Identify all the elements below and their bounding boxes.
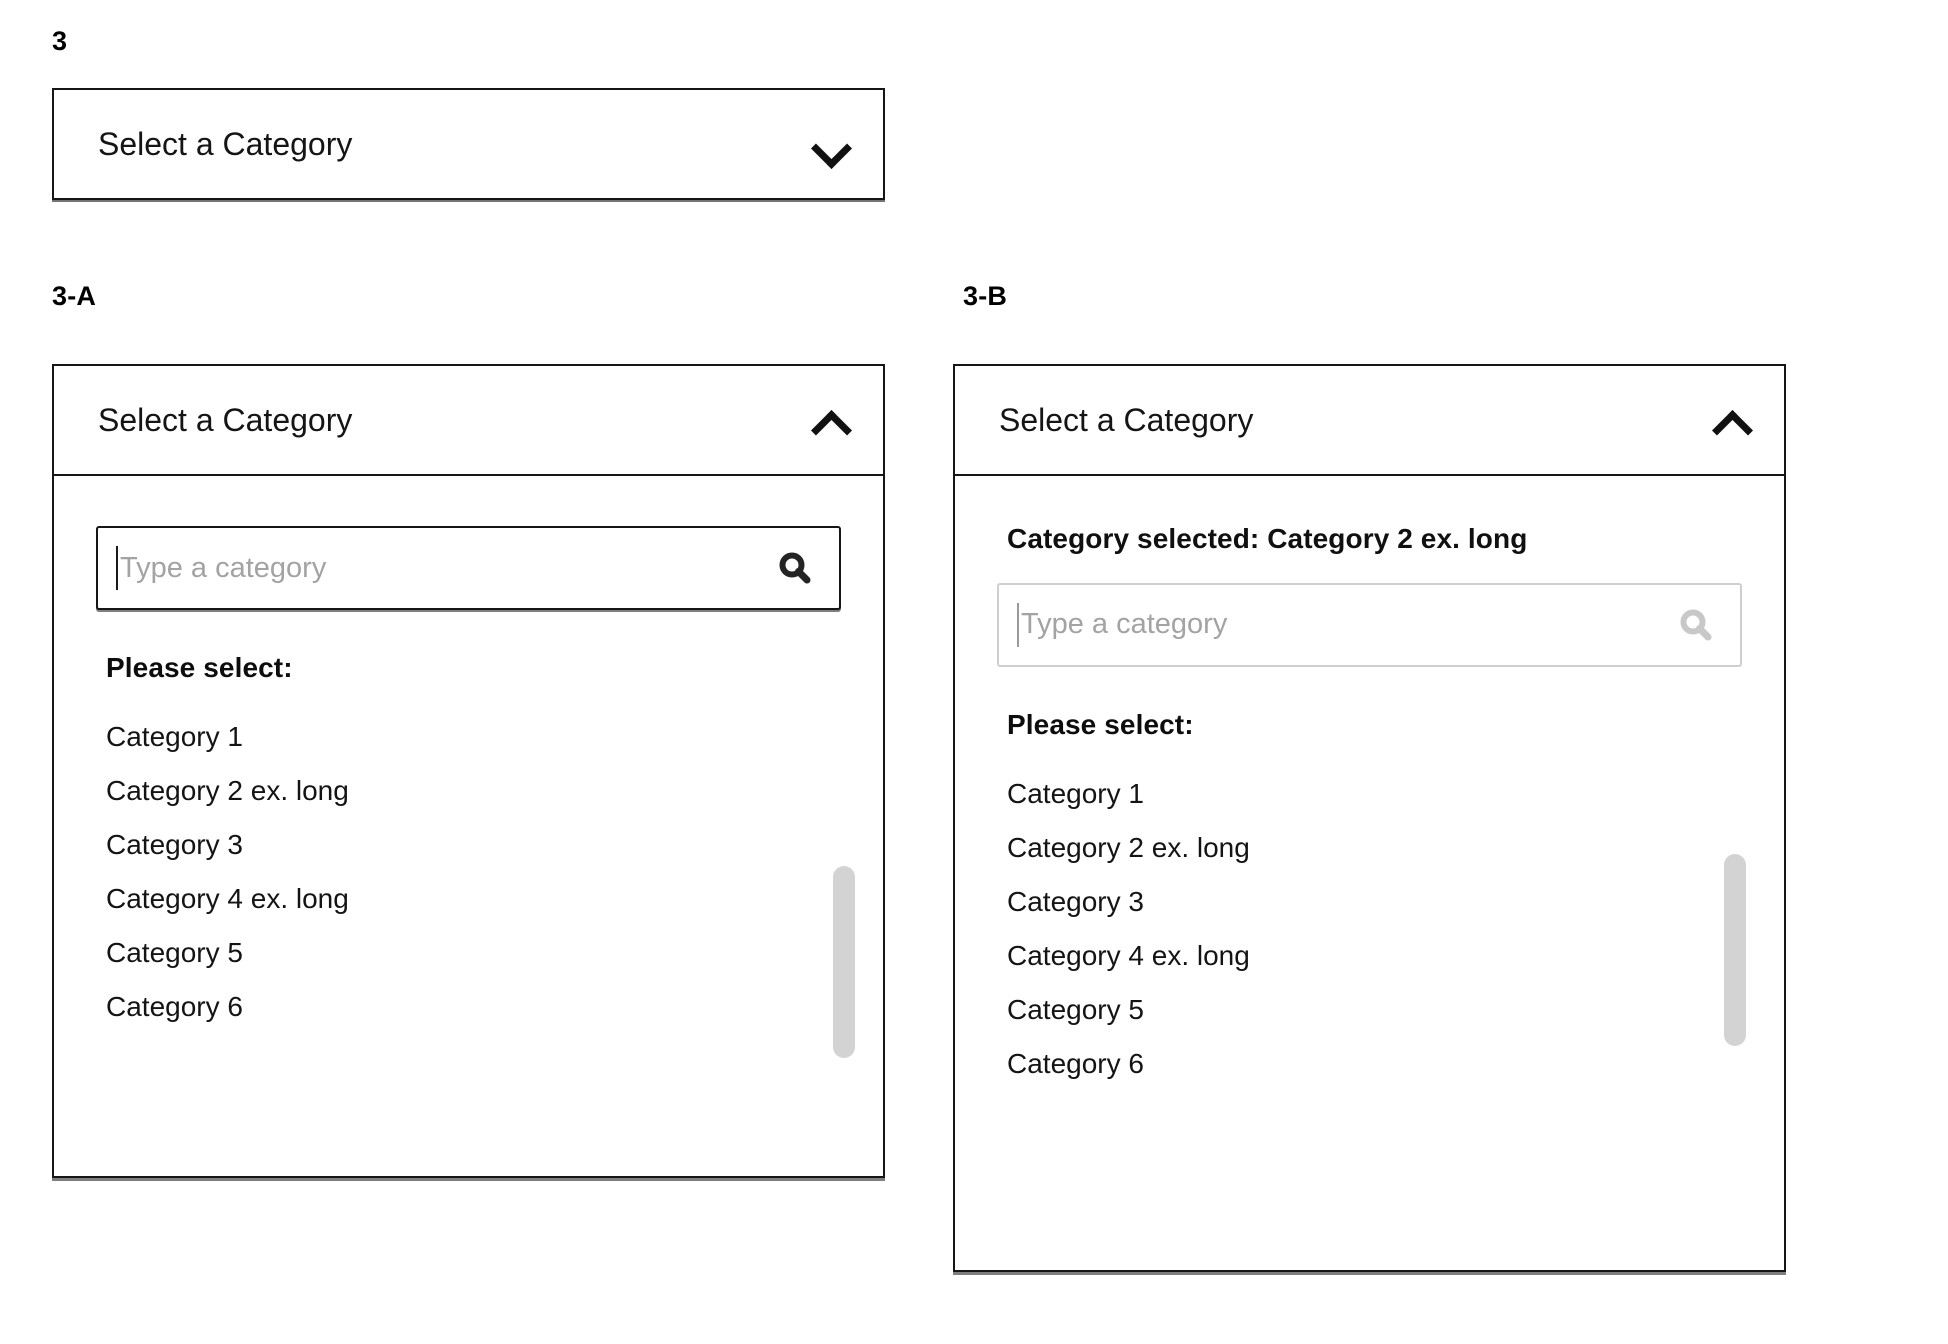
list-item[interactable]: Category 6 xyxy=(1007,1037,1744,1091)
category-dropdown-b: Select a Category Category selected: Cat… xyxy=(953,364,1786,1272)
scrollbar-thumb[interactable] xyxy=(833,866,855,1058)
list-item[interactable]: Category 5 xyxy=(106,926,843,980)
text-cursor xyxy=(1017,602,1019,647)
dropdown-a-header-label: Select a Category xyxy=(98,402,353,438)
dropdown-b-body: Category selected: Category 2 ex. long T… xyxy=(955,476,1784,1270)
section-label-3b: 3-B xyxy=(963,281,1008,311)
list-item[interactable]: Category 4 ex. long xyxy=(106,872,843,926)
dropdown-a-body: Type a category Please select: Category … xyxy=(54,526,883,1226)
dropdown-b-category-list: Category 1 Category 2 ex. long Category … xyxy=(995,767,1744,1091)
list-item[interactable]: Category 5 xyxy=(1007,983,1744,1037)
category-dropdown-a: Select a Category Type a category Please… xyxy=(52,364,885,1178)
list-item[interactable]: Category 3 xyxy=(106,818,843,872)
dropdown-a-header[interactable]: Select a Category xyxy=(54,366,883,476)
search-icon[interactable] xyxy=(775,548,815,588)
section-label-3a: 3-A xyxy=(52,281,97,311)
chevron-up-icon[interactable] xyxy=(813,403,847,437)
dropdown-b-header-label: Select a Category xyxy=(999,402,1254,438)
list-item[interactable]: Category 4 ex. long xyxy=(1007,929,1744,983)
dropdown-b-header[interactable]: Select a Category xyxy=(955,366,1784,476)
selected-category-notice: Category selected: Category 2 ex. long xyxy=(1007,523,1528,554)
list-item[interactable]: Category 3 xyxy=(1007,875,1744,929)
list-item[interactable]: Category 6 xyxy=(106,980,843,1034)
page-canvas: 3 Select a Category 3-A Select a Categor… xyxy=(0,0,1948,1344)
category-select-placeholder: Select a Category xyxy=(98,126,353,162)
category-search-field-b[interactable]: Type a category xyxy=(997,582,1742,667)
list-item[interactable]: Category 1 xyxy=(106,710,843,764)
scrollbar-thumb[interactable] xyxy=(1724,854,1746,1046)
search-input-a[interactable]: Type a category xyxy=(120,554,775,583)
dropdown-a-category-list: Category 1 Category 2 ex. long Category … xyxy=(94,710,843,1034)
section-label-3: 3 xyxy=(52,26,68,56)
chevron-down-icon[interactable] xyxy=(813,127,847,161)
search-input-b[interactable]: Type a category xyxy=(1021,610,1676,639)
list-item[interactable]: Category 2 ex. long xyxy=(106,764,843,818)
dropdown-a-list-heading: Please select: xyxy=(106,652,293,683)
chevron-up-icon[interactable] xyxy=(1714,403,1748,437)
search-icon[interactable] xyxy=(1676,605,1716,645)
dropdown-b-list-heading: Please select: xyxy=(1007,708,1194,740)
list-item[interactable]: Category 1 xyxy=(1007,767,1744,821)
category-search-field-a[interactable]: Type a category xyxy=(96,526,841,610)
category-select-collapsed[interactable]: Select a Category xyxy=(52,88,885,200)
list-item[interactable]: Category 2 ex. long xyxy=(1007,821,1744,875)
text-cursor xyxy=(116,546,118,590)
